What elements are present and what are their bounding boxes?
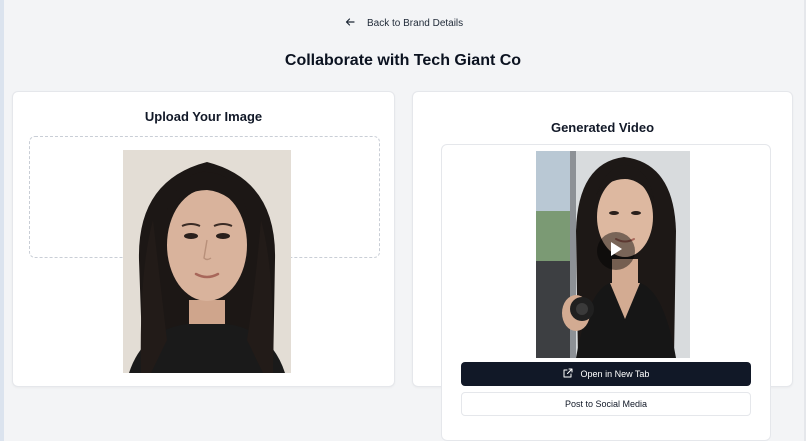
upload-image-card: Upload Your Image [12, 91, 395, 387]
external-link-icon [563, 368, 573, 380]
upload-card-title: Upload Your Image [144, 109, 263, 124]
play-icon [609, 241, 623, 262]
page-title: Collaborate with Tech Giant Co [284, 52, 522, 69]
play-button[interactable] [597, 232, 635, 270]
video-card-title: Generated Video [550, 120, 655, 135]
page: Back to Brand Details Collaborate with T… [0, 0, 806, 441]
open-in-new-tab-label: Open in New Tab [580, 369, 650, 379]
post-to-social-media-button[interactable]: Post to Social Media [461, 392, 751, 416]
back-link-label: Back to Brand Details [367, 17, 464, 29]
video-panel: Open in New Tab Post to Social Media [441, 144, 771, 441]
back-to-brand-details-link[interactable]: Back to Brand Details [345, 15, 463, 31]
uploaded-portrait-image [123, 150, 291, 373]
post-to-social-media-label: Post to Social Media [564, 399, 648, 409]
arrow-left-icon [345, 17, 355, 30]
open-in-new-tab-button[interactable]: Open in New Tab [461, 362, 751, 386]
generated-video-player[interactable] [536, 151, 690, 358]
